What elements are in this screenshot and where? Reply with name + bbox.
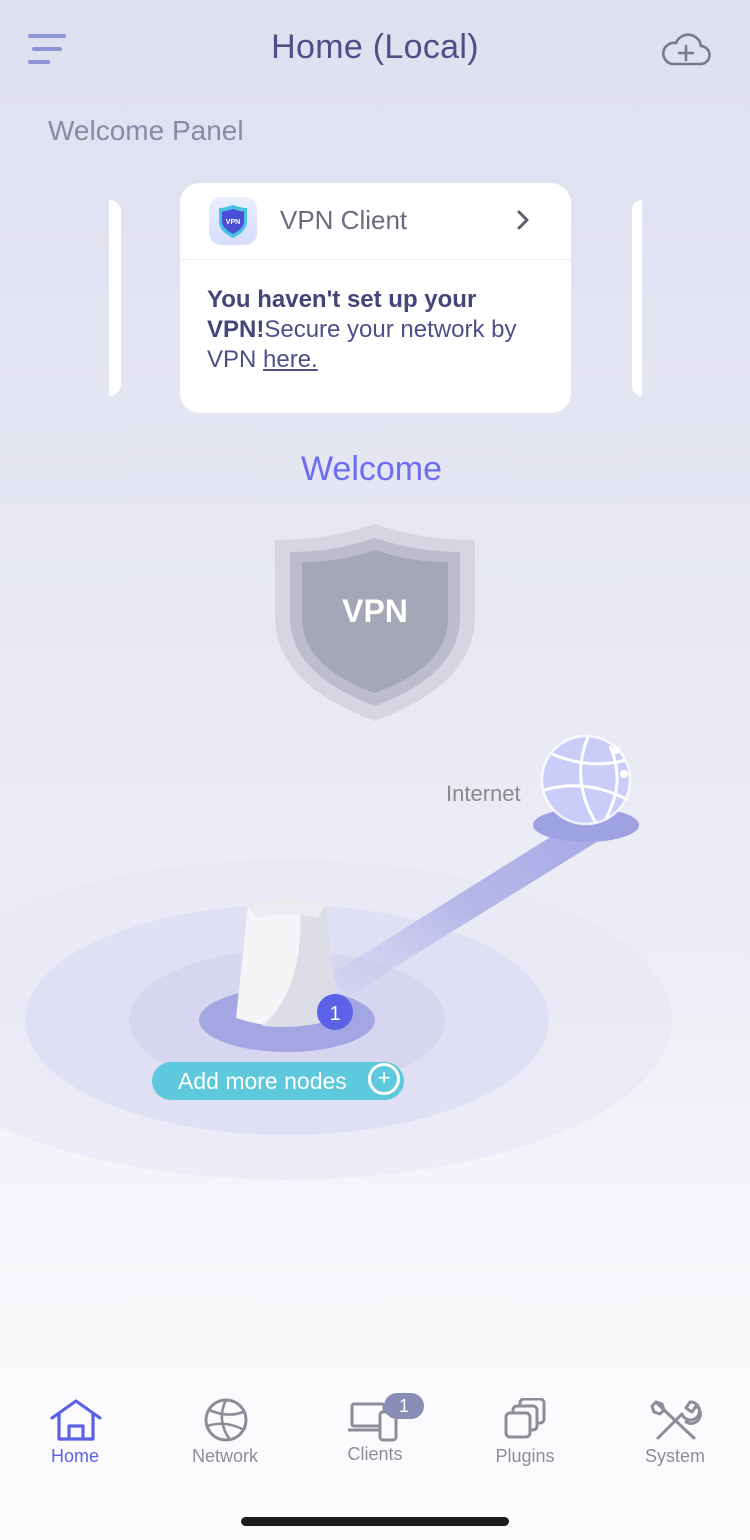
vpn-shield-graphic[interactable]: VPN <box>270 520 480 725</box>
welcome-panel-label: Welcome Panel <box>48 115 244 146</box>
tab-network[interactable]: Network <box>150 1398 300 1478</box>
globe-icon <box>204 1398 248 1442</box>
vpn-client-card-header[interactable]: VPN VPN Client <box>180 183 571 260</box>
cloud-add-icon[interactable] <box>660 30 712 70</box>
vpn-client-title: VPN Client <box>280 205 408 235</box>
bottom-tab-bar: Home Network Clients Plugins System <box>0 1380 750 1540</box>
tab-clients[interactable]: Clients <box>300 1398 450 1478</box>
vpn-client-card: VPN VPN Client You haven't set up your V… <box>180 183 571 413</box>
vpn-setup-message: You haven't set up your VPN!Secure your … <box>207 285 557 375</box>
tab-plugins-label: Plugins <box>495 1446 555 1466</box>
home-indicator[interactable] <box>241 1517 509 1526</box>
internet-globe-icon[interactable] <box>530 730 642 845</box>
tab-system-label: System <box>644 1446 705 1466</box>
home-icon <box>50 1399 102 1441</box>
vpn-icon-text: VPN <box>226 219 240 226</box>
clients-count-badge: 1 <box>384 1393 424 1419</box>
next-card-peek[interactable] <box>632 200 642 396</box>
node-count-text: 1 <box>329 1003 340 1025</box>
internet-label: Internet <box>446 781 521 806</box>
previous-card-peek[interactable] <box>109 200 121 396</box>
vpn-shield-icon: VPN <box>209 197 257 245</box>
tab-system[interactable]: System <box>600 1398 750 1478</box>
network-topology: 1 <box>0 830 672 1180</box>
plus-icon: + <box>368 1063 400 1095</box>
app-screen: Home (Local) Welcome Panel VPN VPN Clien… <box>0 0 750 1540</box>
vpn-shield-label: VPN <box>342 593 408 629</box>
tab-home-label: Home <box>50 1446 99 1466</box>
chevron-right-icon <box>510 207 536 233</box>
tab-home[interactable]: Home <box>0 1398 150 1478</box>
page-title: Home (Local) <box>271 28 479 66</box>
add-more-nodes-label: Add more nodes <box>178 1068 347 1094</box>
tab-network-label: Network <box>191 1446 258 1466</box>
tools-icon <box>650 1400 702 1440</box>
tab-plugins[interactable]: Plugins <box>450 1398 600 1478</box>
tab-clients-label: Clients <box>347 1444 403 1464</box>
add-more-nodes-button[interactable]: Add more nodes + <box>152 1062 404 1100</box>
vpn-setup-link[interactable]: here. <box>263 346 318 373</box>
plugins-icon <box>504 1398 546 1439</box>
welcome-heading: Welcome <box>300 450 443 488</box>
